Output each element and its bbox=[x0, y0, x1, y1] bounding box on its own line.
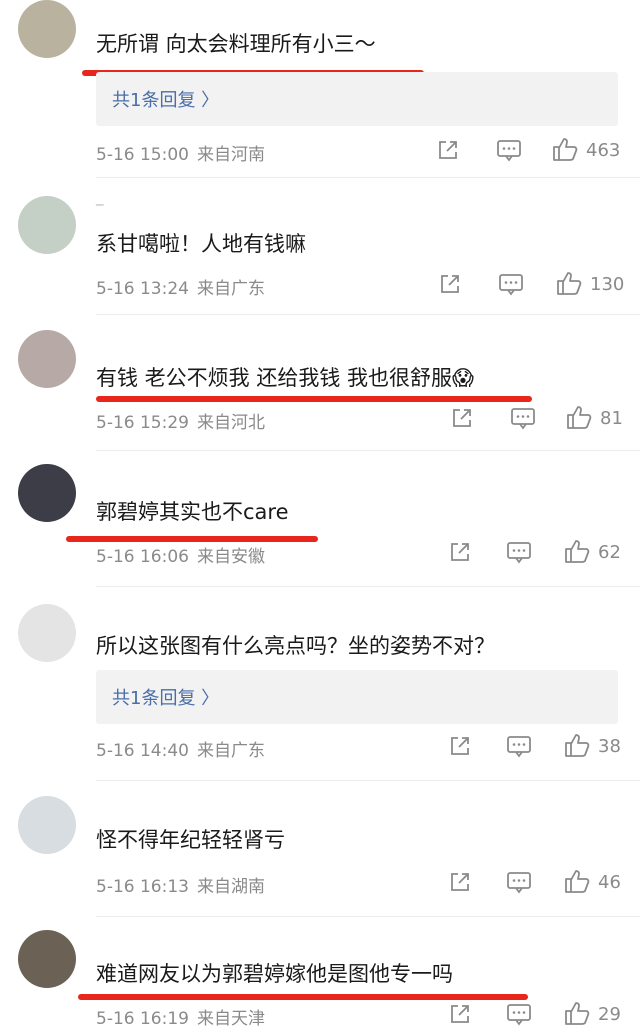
comment-icon[interactable] bbox=[510, 406, 536, 430]
highlight-underline bbox=[96, 396, 532, 402]
like-count: 29 bbox=[598, 1004, 621, 1025]
comment-item: 难道网友以为郭碧婷嫁他是图他专一吗 5-16 16:19 来自天津 29 bbox=[0, 916, 640, 1034]
comment-date: 5-16 16:19 bbox=[96, 1009, 189, 1029]
reply-box[interactable]: 共1条回复 〉 bbox=[96, 72, 618, 126]
comment-meta: 5-16 15:29 来自河北 bbox=[96, 408, 265, 433]
comment-item: 郭碧婷其实也不care 5-16 16:06 来自安徽 62 bbox=[0, 450, 640, 586]
thumbs-up-icon[interactable] bbox=[564, 868, 592, 894]
comment-meta: 5-16 14:40 来自广东 bbox=[96, 736, 265, 761]
like-count: 38 bbox=[598, 736, 621, 757]
comment-text: 所以这张图有什么亮点吗？坐的姿势不对？ bbox=[96, 634, 495, 658]
comment-text: 无所谓 向太会料理所有小三～ bbox=[96, 32, 376, 56]
thumbs-up-icon[interactable] bbox=[552, 136, 580, 162]
avatar[interactable] bbox=[18, 464, 76, 522]
comment-text: 难道网友以为郭碧婷嫁他是图他专一吗 bbox=[96, 962, 453, 986]
comment-date: 5-16 16:13 bbox=[96, 877, 189, 897]
comment-meta: 5-16 16:13 来自湖南 bbox=[96, 872, 265, 897]
share-icon[interactable] bbox=[448, 1002, 472, 1026]
thumbs-up-icon[interactable] bbox=[564, 1000, 592, 1026]
comment-location: 来自河南 bbox=[196, 145, 265, 165]
view-replies-link[interactable]: 共1条回复 〉 bbox=[112, 684, 219, 710]
thumbs-up-icon[interactable] bbox=[564, 732, 592, 758]
comment-date: 5-16 13:24 bbox=[96, 279, 189, 299]
view-replies-link[interactable]: 共1条回复 〉 bbox=[112, 86, 219, 112]
comment-text: 有钱 老公不烦我 还给我钱 我也很舒服😱 bbox=[96, 366, 474, 390]
highlight-underline bbox=[78, 994, 528, 1000]
comment-icon[interactable] bbox=[506, 1002, 532, 1026]
comment-text: 怪不得年纪轻轻肾亏 bbox=[96, 828, 285, 852]
share-icon[interactable] bbox=[438, 272, 462, 296]
comment-meta: 5-16 15:00 来自河南 bbox=[96, 140, 265, 165]
avatar[interactable] bbox=[18, 604, 76, 662]
comment-date: 5-16 15:00 bbox=[96, 145, 189, 165]
comment-item: 怪不得年纪轻轻肾亏 5-16 16:13 来自湖南 46 bbox=[0, 780, 640, 916]
comment-date: 5-16 16:06 bbox=[96, 547, 189, 567]
comment-item: 无所谓 向太会料理所有小三～ 共1条回复 〉 5-16 15:00 来自河南 46… bbox=[0, 0, 640, 178]
like-count: 130 bbox=[590, 274, 625, 295]
like-count: 46 bbox=[598, 872, 621, 893]
share-icon[interactable] bbox=[448, 870, 472, 894]
comment-icon[interactable] bbox=[506, 540, 532, 564]
comment-location: 来自广东 bbox=[196, 741, 265, 761]
comment-date: 5-16 15:29 bbox=[96, 413, 189, 433]
comment-text: 系甘噶啦！人地有钱嘛 bbox=[96, 232, 306, 256]
thumbs-up-icon[interactable] bbox=[566, 404, 594, 430]
comment-location: 来自天津 bbox=[196, 1009, 265, 1029]
like-count: 81 bbox=[600, 408, 623, 429]
avatar[interactable] bbox=[18, 0, 76, 58]
comment-icon[interactable] bbox=[498, 272, 524, 296]
comment-icon[interactable] bbox=[506, 734, 532, 758]
comment-item: _ 系甘噶啦！人地有钱嘛 5-16 13:24 来自广东 130 bbox=[0, 178, 640, 314]
share-icon[interactable] bbox=[448, 734, 472, 758]
comment-meta: 5-16 16:06 来自安徽 bbox=[96, 542, 265, 567]
avatar[interactable] bbox=[18, 796, 76, 854]
comment-location: 来自广东 bbox=[196, 279, 265, 299]
comment-meta: 5-16 16:19 来自天津 bbox=[96, 1004, 265, 1029]
comment-date: 5-16 14:40 bbox=[96, 741, 189, 761]
comment-location: 来自湖南 bbox=[196, 877, 265, 897]
nickname[interactable]: _ bbox=[96, 188, 104, 206]
comment-meta: 5-16 13:24 来自广东 bbox=[96, 274, 265, 299]
comment-location: 来自安徽 bbox=[196, 547, 265, 567]
comment-icon[interactable] bbox=[506, 870, 532, 894]
comment-icon[interactable] bbox=[496, 138, 522, 162]
thumbs-up-icon[interactable] bbox=[556, 270, 584, 296]
like-count: 463 bbox=[586, 140, 621, 161]
share-icon[interactable] bbox=[448, 540, 472, 564]
share-icon[interactable] bbox=[450, 406, 474, 430]
avatar[interactable] bbox=[18, 196, 76, 254]
thumbs-up-icon[interactable] bbox=[564, 538, 592, 564]
like-count: 62 bbox=[598, 542, 621, 563]
comment-item: 所以这张图有什么亮点吗？坐的姿势不对？ 共1条回复 〉 5-16 14:40 来自… bbox=[0, 586, 640, 780]
avatar[interactable] bbox=[18, 330, 76, 388]
comment-location: 来自河北 bbox=[196, 413, 265, 433]
share-icon[interactable] bbox=[436, 138, 460, 162]
comment-item: 有钱 老公不烦我 还给我钱 我也很舒服😱 5-16 15:29 来自河北 81 bbox=[0, 314, 640, 450]
comment-text: 郭碧婷其实也不care bbox=[96, 500, 289, 524]
avatar[interactable] bbox=[18, 930, 76, 988]
reply-box[interactable]: 共1条回复 〉 bbox=[96, 670, 618, 724]
